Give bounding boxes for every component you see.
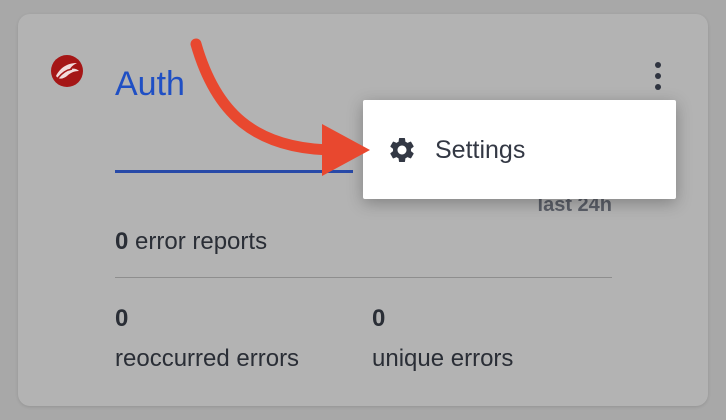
bird-logo-icon	[51, 55, 83, 87]
stat-value: 0	[115, 305, 129, 332]
stat-label: unique errors	[372, 345, 514, 372]
project-card: Auth last 24h 0 error reports 0 reoccurr…	[18, 14, 708, 406]
project-title[interactable]: Auth	[115, 64, 185, 104]
more-options-icon[interactable]	[646, 58, 670, 94]
active-tab-indicator	[115, 170, 353, 173]
stat-label: reoccurred errors	[115, 345, 300, 372]
stat-reoccurred-errors: 0 reoccurred errors	[115, 304, 299, 374]
stat-value: 0	[372, 305, 386, 332]
stat-unique-errors: 0 unique errors	[372, 304, 513, 374]
options-menu: Settings	[363, 100, 676, 199]
error-reports-summary: 0 error reports	[115, 228, 267, 256]
divider	[115, 277, 612, 278]
error-reports-label: error reports	[135, 228, 268, 255]
menu-item-settings[interactable]: Settings	[387, 128, 525, 172]
gear-icon	[390, 138, 414, 162]
error-reports-count: 0	[115, 228, 129, 255]
menu-item-label: Settings	[435, 135, 526, 164]
